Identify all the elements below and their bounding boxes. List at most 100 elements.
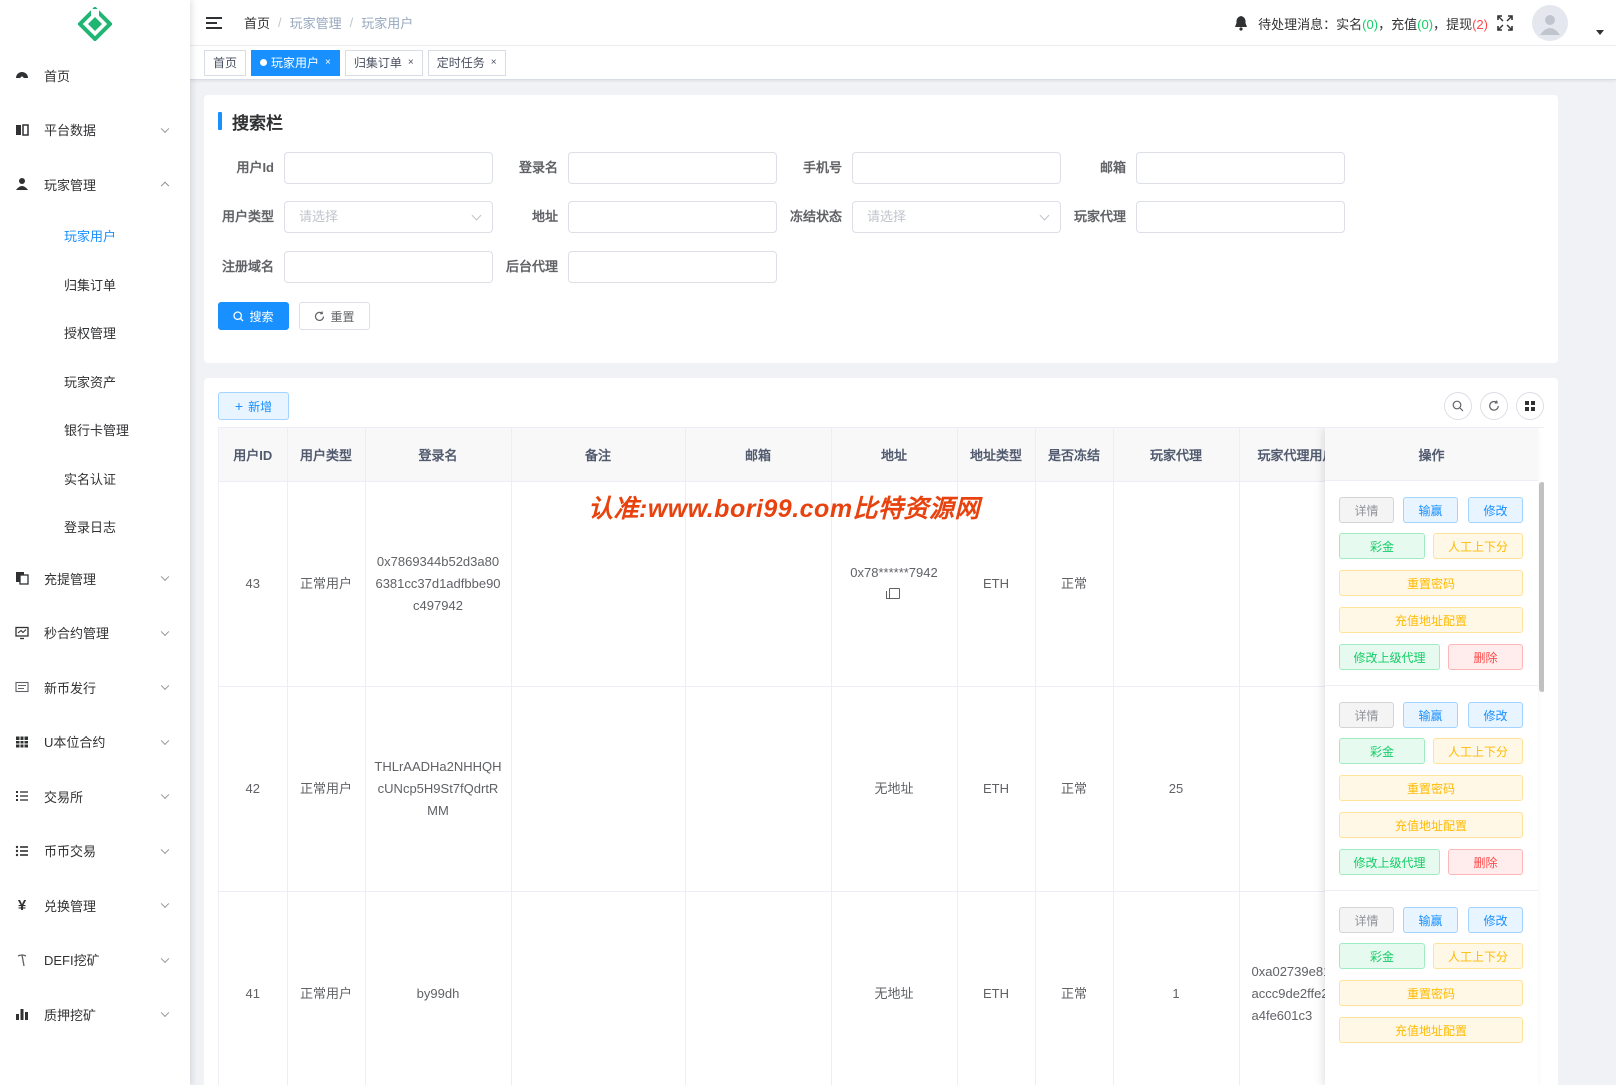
search-button[interactable]: 搜索 bbox=[218, 302, 289, 330]
manual-adjust-button[interactable]: 人工上下分 bbox=[1433, 943, 1523, 969]
col-header-address-type[interactable]: 地址类型 bbox=[957, 428, 1036, 482]
copy-icon[interactable] bbox=[885, 587, 900, 599]
chevron-down-icon bbox=[160, 954, 170, 963]
cell-player-agent-user bbox=[1239, 686, 1340, 892]
sidebar-subitem-collection-orders[interactable]: 归集订单 bbox=[0, 260, 190, 309]
reset-password-button[interactable]: 重置密码 bbox=[1339, 775, 1523, 801]
refresh-table-button[interactable] bbox=[1480, 392, 1508, 420]
sidebar-item-home[interactable]: 首页 bbox=[0, 48, 190, 103]
login-name-input[interactable] bbox=[568, 152, 777, 184]
edit-button[interactable]: 修改 bbox=[1468, 702, 1523, 728]
reset-button[interactable]: 重置 bbox=[299, 302, 370, 330]
fullscreen-icon[interactable] bbox=[1496, 14, 1514, 32]
phone-label: 手机号 bbox=[802, 160, 842, 175]
cell-player-agent-user bbox=[1239, 481, 1340, 687]
close-icon[interactable]: × bbox=[408, 51, 414, 75]
reset-password-button[interactable]: 重置密码 bbox=[1339, 570, 1523, 596]
col-header-user-id[interactable]: 用户ID bbox=[219, 428, 288, 482]
deposit-address-config-button[interactable]: 充值地址配置 bbox=[1339, 607, 1523, 633]
col-header-player-agent-user[interactable]: 玩家代理用户 bbox=[1239, 428, 1340, 482]
table-scrollbar[interactable] bbox=[1539, 482, 1544, 692]
notice-kyc-count: 0 bbox=[1366, 16, 1374, 32]
reg-domain-input[interactable] bbox=[284, 251, 493, 283]
sidebar-item-staking[interactable]: 质押挖矿 bbox=[0, 987, 190, 1042]
close-icon[interactable]: × bbox=[491, 51, 497, 75]
avatar[interactable] bbox=[1532, 5, 1568, 41]
edit-button[interactable]: 修改 bbox=[1468, 907, 1523, 933]
avatar-dropdown-caret-icon[interactable] bbox=[1596, 30, 1604, 35]
toggle-search-button[interactable] bbox=[1444, 392, 1472, 420]
col-header-address[interactable]: 地址 bbox=[831, 428, 958, 482]
collapse-menu-icon[interactable] bbox=[206, 16, 222, 29]
col-header-frozen[interactable]: 是否冻结 bbox=[1035, 428, 1114, 482]
sidebar-subitem-kyc[interactable]: 实名认证 bbox=[0, 454, 190, 503]
manual-adjust-button[interactable]: 人工上下分 bbox=[1433, 738, 1523, 764]
deposit-address-config-button[interactable]: 充值地址配置 bbox=[1339, 1017, 1523, 1043]
pending-notice[interactable]: 待处理消息：实名(0)，充值(0)，提现(2) bbox=[1258, 14, 1488, 33]
change-superior-agent-button[interactable]: 修改上级代理 bbox=[1339, 644, 1440, 670]
breadcrumb-home[interactable]: 首页 bbox=[244, 13, 270, 32]
sidebar-item-label: 兑换管理 bbox=[44, 898, 97, 914]
app-logo[interactable] bbox=[0, 0, 190, 48]
bonus-button[interactable]: 彩金 bbox=[1339, 943, 1425, 969]
col-header-user-type[interactable]: 用户类型 bbox=[287, 428, 366, 482]
user-id-input[interactable] bbox=[284, 152, 493, 184]
address-input[interactable] bbox=[568, 201, 777, 233]
sidebar-subitem-player-assets[interactable]: 玩家资产 bbox=[0, 357, 190, 406]
player-agent-input[interactable] bbox=[1136, 201, 1345, 233]
bell-icon[interactable] bbox=[1234, 15, 1248, 31]
col-header-email[interactable]: 邮箱 bbox=[685, 428, 832, 482]
edit-button[interactable]: 修改 bbox=[1468, 497, 1523, 523]
sidebar-item-swap[interactable]: ¥ 兑换管理 bbox=[0, 878, 190, 933]
detail-button[interactable]: 详情 bbox=[1339, 702, 1394, 728]
freeze-status-select[interactable]: 请选择 bbox=[852, 201, 1061, 233]
phone-input[interactable] bbox=[852, 152, 1061, 184]
add-button[interactable]: + 新增 bbox=[218, 392, 289, 420]
column-settings-button[interactable] bbox=[1516, 392, 1544, 420]
sidebar-item-player-management[interactable]: 玩家管理 bbox=[0, 157, 190, 212]
detail-button[interactable]: 详情 bbox=[1339, 907, 1394, 933]
bonus-button[interactable]: 彩金 bbox=[1339, 738, 1425, 764]
tag-home[interactable]: 首页 bbox=[204, 49, 247, 76]
admin-agent-input[interactable] bbox=[568, 251, 777, 283]
sidebar-item-new-coin[interactable]: 新币发行 bbox=[0, 660, 190, 715]
user-type-select[interactable]: 请选择 bbox=[284, 201, 493, 233]
cell-player-agent bbox=[1113, 481, 1240, 687]
win-lose-button[interactable]: 输赢 bbox=[1403, 497, 1458, 523]
sidebar-item-exchange[interactable]: 交易所 bbox=[0, 769, 190, 824]
sidebar-item-second-contract[interactable]: 秒合约管理 bbox=[0, 606, 190, 661]
tag-collection-orders[interactable]: 归集订单 × bbox=[344, 49, 423, 76]
list-lines-icon bbox=[14, 843, 30, 859]
detail-button[interactable]: 详情 bbox=[1339, 497, 1394, 523]
sidebar-subitem-player-users[interactable]: 玩家用户 bbox=[0, 212, 190, 261]
sidebar-item-u-contract[interactable]: U本位合约 bbox=[0, 715, 190, 770]
sidebar-item-platform-data[interactable]: 平台数据 bbox=[0, 103, 190, 158]
sidebar-subitem-bank-cards[interactable]: 银行卡管理 bbox=[0, 406, 190, 455]
win-lose-button[interactable]: 输赢 bbox=[1403, 907, 1458, 933]
sidebar-item-defi-mining[interactable]: DEFI挖矿 bbox=[0, 933, 190, 988]
delete-button[interactable]: 删除 bbox=[1448, 849, 1523, 875]
deposit-address-config-button[interactable]: 充值地址配置 bbox=[1339, 812, 1523, 838]
sidebar-subitem-login-log[interactable]: 登录日志 bbox=[0, 503, 190, 552]
tag-scheduled-tasks[interactable]: 定时任务 × bbox=[427, 49, 506, 76]
col-header-player-agent[interactable]: 玩家代理 bbox=[1113, 428, 1240, 482]
cell-user-type: 正常用户 bbox=[287, 891, 366, 1085]
win-lose-button[interactable]: 输赢 bbox=[1403, 702, 1458, 728]
email-input[interactable] bbox=[1136, 152, 1345, 184]
manual-adjust-button[interactable]: 人工上下分 bbox=[1433, 533, 1523, 559]
col-header-remark[interactable]: 备注 bbox=[511, 428, 686, 482]
sidebar-item-deposit-withdraw[interactable]: 充提管理 bbox=[0, 551, 190, 606]
notice-label: 待处理消息： bbox=[1258, 16, 1337, 32]
tag-player-users[interactable]: 玩家用户 × bbox=[251, 49, 340, 76]
sidebar-item-spot-trading[interactable]: 币币交易 bbox=[0, 824, 190, 879]
close-icon[interactable]: × bbox=[325, 51, 331, 75]
login-name-label: 登录名 bbox=[518, 160, 558, 175]
reset-password-button[interactable]: 重置密码 bbox=[1339, 980, 1523, 1006]
change-superior-agent-button[interactable]: 修改上级代理 bbox=[1339, 849, 1440, 875]
col-header-login-name[interactable]: 登录名 bbox=[365, 428, 512, 482]
sidebar-subitem-authorization[interactable]: 授权管理 bbox=[0, 309, 190, 358]
user-icon bbox=[14, 176, 30, 192]
message-icon bbox=[14, 679, 30, 695]
bonus-button[interactable]: 彩金 bbox=[1339, 533, 1425, 559]
delete-button[interactable]: 删除 bbox=[1448, 644, 1523, 670]
